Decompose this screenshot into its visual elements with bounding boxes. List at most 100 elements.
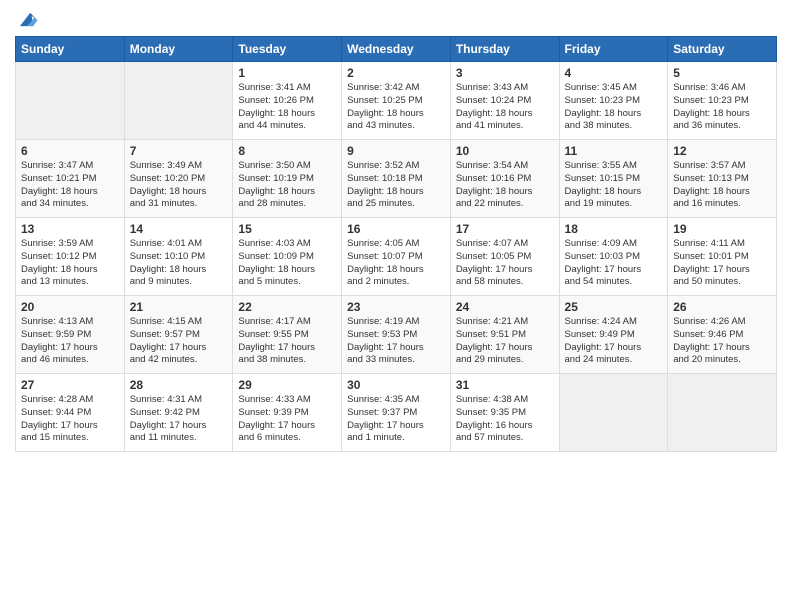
day-info: Sunrise: 4:21 AM Sunset: 9:51 PM Dayligh…	[456, 316, 554, 367]
day-number: 12	[673, 144, 771, 158]
calendar-cell: 10 Sunrise: 3:54 AM Sunset: 10:16 PM Dayl…	[450, 140, 559, 218]
calendar-header-row: SundayMondayTuesdayWednesdayThursdayFrid…	[16, 37, 777, 62]
column-header-sunday: Sunday	[16, 37, 125, 62]
day-number: 21	[130, 300, 228, 314]
calendar-cell: 28 Sunrise: 4:31 AM Sunset: 9:42 PM Dayli…	[124, 374, 233, 452]
calendar-cell: 19 Sunrise: 4:11 AM Sunset: 10:01 PM Dayl…	[668, 218, 777, 296]
day-info: Sunrise: 4:05 AM Sunset: 10:07 PM Daylig…	[347, 238, 445, 289]
calendar-cell: 14 Sunrise: 4:01 AM Sunset: 10:10 PM Dayl…	[124, 218, 233, 296]
day-number: 9	[347, 144, 445, 158]
day-info: Sunrise: 3:45 AM Sunset: 10:23 PM Daylig…	[565, 82, 663, 133]
day-number: 1	[238, 66, 336, 80]
day-info: Sunrise: 3:59 AM Sunset: 10:12 PM Daylig…	[21, 238, 119, 289]
day-info: Sunrise: 3:55 AM Sunset: 10:15 PM Daylig…	[565, 160, 663, 211]
day-number: 14	[130, 222, 228, 236]
calendar-cell	[668, 374, 777, 452]
day-number: 31	[456, 378, 554, 392]
column-header-thursday: Thursday	[450, 37, 559, 62]
day-info: Sunrise: 3:54 AM Sunset: 10:16 PM Daylig…	[456, 160, 554, 211]
calendar-week-1: 1 Sunrise: 3:41 AM Sunset: 10:26 PM Dayli…	[16, 62, 777, 140]
day-info: Sunrise: 3:52 AM Sunset: 10:18 PM Daylig…	[347, 160, 445, 211]
day-number: 8	[238, 144, 336, 158]
calendar-week-4: 20Sunrise: 4:13 AM Sunset: 9:59 PM Dayli…	[16, 296, 777, 374]
day-info: Sunrise: 3:50 AM Sunset: 10:19 PM Daylig…	[238, 160, 336, 211]
day-number: 5	[673, 66, 771, 80]
page-container: SundayMondayTuesdayWednesdayThursdayFrid…	[0, 0, 792, 462]
calendar-cell: 31 Sunrise: 4:38 AM Sunset: 9:35 PM Dayli…	[450, 374, 559, 452]
column-header-friday: Friday	[559, 37, 668, 62]
calendar-cell: 27 Sunrise: 4:28 AM Sunset: 9:44 PM Dayli…	[16, 374, 125, 452]
calendar-week-3: 13 Sunrise: 3:59 AM Sunset: 10:12 PM Dayl…	[16, 218, 777, 296]
calendar-cell: 24Sunrise: 4:21 AM Sunset: 9:51 PM Dayli…	[450, 296, 559, 374]
calendar-cell: 3Sunrise: 3:43 AM Sunset: 10:24 PM Dayli…	[450, 62, 559, 140]
day-number: 29	[238, 378, 336, 392]
day-number: 18	[565, 222, 663, 236]
day-info: Sunrise: 4:19 AM Sunset: 9:53 PM Dayligh…	[347, 316, 445, 367]
calendar-cell: 2 Sunrise: 3:42 AM Sunset: 10:25 PM Dayli…	[342, 62, 451, 140]
calendar-week-2: 6 Sunrise: 3:47 AM Sunset: 10:21 PM Dayli…	[16, 140, 777, 218]
calendar-cell: 30 Sunrise: 4:35 AM Sunset: 9:37 PM Dayli…	[342, 374, 451, 452]
day-number: 6	[21, 144, 119, 158]
day-number: 16	[347, 222, 445, 236]
day-number: 28	[130, 378, 228, 392]
day-info: Sunrise: 3:41 AM Sunset: 10:26 PM Daylig…	[238, 82, 336, 133]
day-info: Sunrise: 4:15 AM Sunset: 9:57 PM Dayligh…	[130, 316, 228, 367]
day-number: 13	[21, 222, 119, 236]
calendar-cell: 13 Sunrise: 3:59 AM Sunset: 10:12 PM Dayl…	[16, 218, 125, 296]
day-info: Sunrise: 4:01 AM Sunset: 10:10 PM Daylig…	[130, 238, 228, 289]
day-info: Sunrise: 3:57 AM Sunset: 10:13 PM Daylig…	[673, 160, 771, 211]
day-info: Sunrise: 3:42 AM Sunset: 10:25 PM Daylig…	[347, 82, 445, 133]
day-info: Sunrise: 4:09 AM Sunset: 10:03 PM Daylig…	[565, 238, 663, 289]
calendar-cell	[16, 62, 125, 140]
calendar-cell: 29 Sunrise: 4:33 AM Sunset: 9:39 PM Dayli…	[233, 374, 342, 452]
day-info: Sunrise: 4:11 AM Sunset: 10:01 PM Daylig…	[673, 238, 771, 289]
calendar-cell: 11 Sunrise: 3:55 AM Sunset: 10:15 PM Dayl…	[559, 140, 668, 218]
calendar-cell: 15Sunrise: 4:03 AM Sunset: 10:09 PM Dayl…	[233, 218, 342, 296]
calendar-cell: 1 Sunrise: 3:41 AM Sunset: 10:26 PM Dayli…	[233, 62, 342, 140]
calendar-cell: 9 Sunrise: 3:52 AM Sunset: 10:18 PM Dayli…	[342, 140, 451, 218]
column-header-saturday: Saturday	[668, 37, 777, 62]
day-number: 30	[347, 378, 445, 392]
day-number: 2	[347, 66, 445, 80]
logo	[15, 10, 39, 28]
day-info: Sunrise: 3:47 AM Sunset: 10:21 PM Daylig…	[21, 160, 119, 211]
day-number: 27	[21, 378, 119, 392]
calendar-cell: 23Sunrise: 4:19 AM Sunset: 9:53 PM Dayli…	[342, 296, 451, 374]
day-info: Sunrise: 4:07 AM Sunset: 10:05 PM Daylig…	[456, 238, 554, 289]
calendar-cell: 8 Sunrise: 3:50 AM Sunset: 10:19 PM Dayli…	[233, 140, 342, 218]
day-info: Sunrise: 3:46 AM Sunset: 10:23 PM Daylig…	[673, 82, 771, 133]
day-number: 7	[130, 144, 228, 158]
calendar-cell: 5 Sunrise: 3:46 AM Sunset: 10:23 PM Dayli…	[668, 62, 777, 140]
day-number: 10	[456, 144, 554, 158]
day-number: 19	[673, 222, 771, 236]
calendar-cell: 16 Sunrise: 4:05 AM Sunset: 10:07 PM Dayl…	[342, 218, 451, 296]
day-info: Sunrise: 4:03 AM Sunset: 10:09 PM Daylig…	[238, 238, 336, 289]
calendar-cell	[559, 374, 668, 452]
day-info: Sunrise: 3:43 AM Sunset: 10:24 PM Daylig…	[456, 82, 554, 133]
day-number: 17	[456, 222, 554, 236]
calendar-cell: 12 Sunrise: 3:57 AM Sunset: 10:13 PM Dayl…	[668, 140, 777, 218]
day-info: Sunrise: 4:38 AM Sunset: 9:35 PM Dayligh…	[456, 394, 554, 445]
calendar-cell: 7 Sunrise: 3:49 AM Sunset: 10:20 PM Dayli…	[124, 140, 233, 218]
day-number: 22	[238, 300, 336, 314]
calendar-cell: 25Sunrise: 4:24 AM Sunset: 9:49 PM Dayli…	[559, 296, 668, 374]
calendar-cell: 21 Sunrise: 4:15 AM Sunset: 9:57 PM Dayli…	[124, 296, 233, 374]
day-number: 11	[565, 144, 663, 158]
calendar-cell: 22 Sunrise: 4:17 AM Sunset: 9:55 PM Dayli…	[233, 296, 342, 374]
day-info: Sunrise: 4:17 AM Sunset: 9:55 PM Dayligh…	[238, 316, 336, 367]
calendar-cell	[124, 62, 233, 140]
calendar-cell: 26Sunrise: 4:26 AM Sunset: 9:46 PM Dayli…	[668, 296, 777, 374]
day-number: 25	[565, 300, 663, 314]
calendar-week-5: 27 Sunrise: 4:28 AM Sunset: 9:44 PM Dayli…	[16, 374, 777, 452]
day-number: 4	[565, 66, 663, 80]
page-header	[15, 10, 777, 28]
day-info: Sunrise: 4:33 AM Sunset: 9:39 PM Dayligh…	[238, 394, 336, 445]
day-info: Sunrise: 3:49 AM Sunset: 10:20 PM Daylig…	[130, 160, 228, 211]
column-header-tuesday: Tuesday	[233, 37, 342, 62]
day-info: Sunrise: 4:28 AM Sunset: 9:44 PM Dayligh…	[21, 394, 119, 445]
day-info: Sunrise: 4:31 AM Sunset: 9:42 PM Dayligh…	[130, 394, 228, 445]
calendar-cell: 17 Sunrise: 4:07 AM Sunset: 10:05 PM Dayl…	[450, 218, 559, 296]
calendar-cell: 18 Sunrise: 4:09 AM Sunset: 10:03 PM Dayl…	[559, 218, 668, 296]
day-number: 26	[673, 300, 771, 314]
day-info: Sunrise: 4:35 AM Sunset: 9:37 PM Dayligh…	[347, 394, 445, 445]
